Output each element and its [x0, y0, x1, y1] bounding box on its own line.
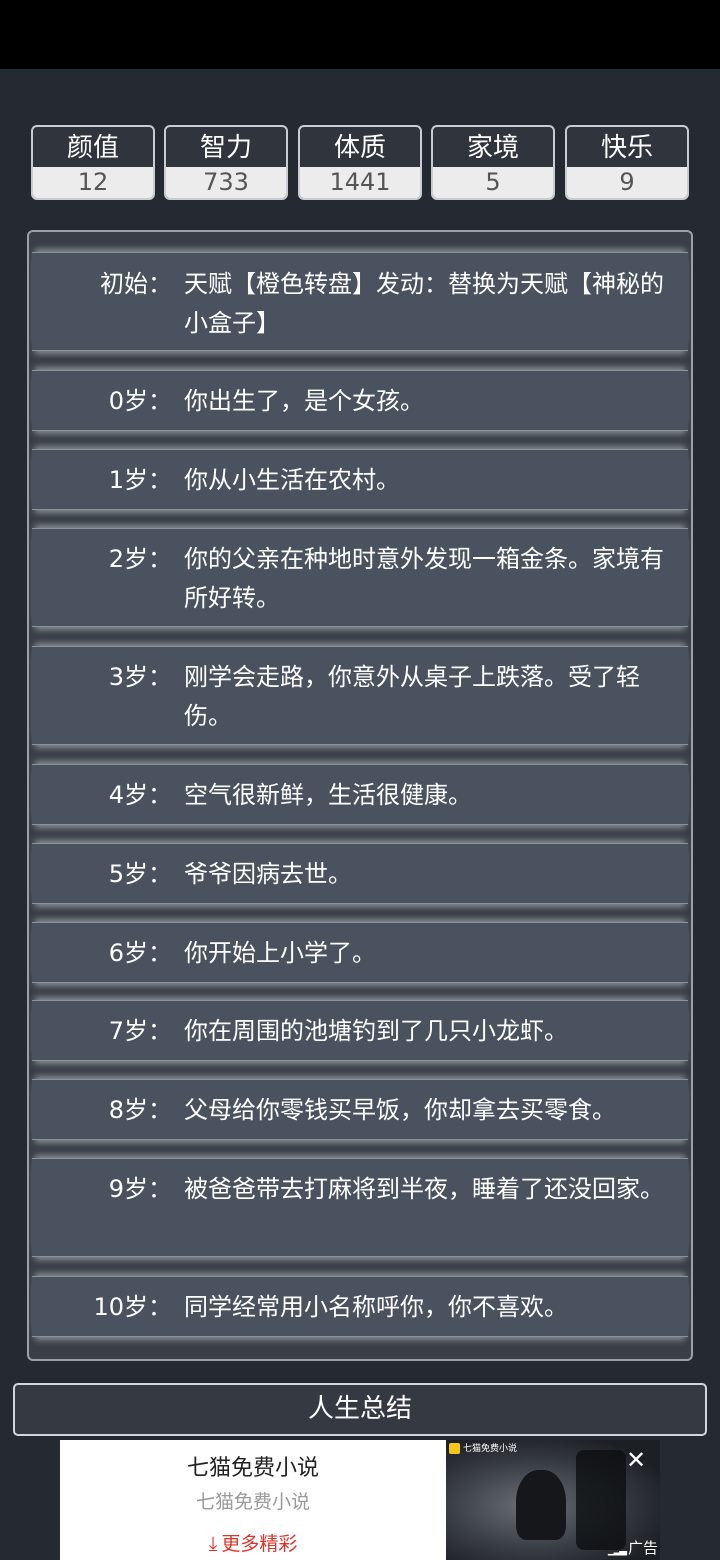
log-text: 你开始上小学了。 [184, 939, 376, 967]
log-age: 1岁： [108, 466, 172, 494]
log-age: 初始： [100, 270, 172, 298]
log-item: 4岁： 空气很新鲜，生活很健康。 [32, 764, 688, 825]
log-age: 9岁： [108, 1175, 172, 1203]
log-text: 爷爷因病去世。 [184, 860, 352, 888]
log-item: 1岁： 你从小生活在农村。 [32, 449, 688, 510]
stat-label: 快乐 [600, 133, 653, 163]
log-item: 8岁： 父母给你零钱买早饭，你却拿去买零食。 [32, 1079, 688, 1140]
stat-value: 12 [33, 167, 153, 198]
ad-brand: 七猫免费小说 [449, 1442, 517, 1456]
stat-label: 智力 [199, 133, 252, 163]
ad-image-figure [516, 1470, 566, 1540]
stat-family: 家境 5 [431, 125, 555, 200]
stat-constitution: 体质 1441 [298, 125, 422, 200]
ad-label-text: 广告 [627, 1539, 658, 1557]
log-item: 3岁： 刚学会走路，你意外从桌子上跌落。受了轻伤。 [32, 646, 688, 745]
log-text: 被爸爸带去打麻将到半夜，睡着了还没回家。 [184, 1175, 664, 1203]
log-age: 6岁： [108, 939, 172, 967]
log-item: 9岁： 被爸爸带去打麻将到半夜，睡着了还没回家。 [32, 1158, 688, 1257]
log-text: 你在周围的池塘钓到了几只小龙虾。 [184, 1017, 568, 1045]
log-item: 7岁： 你在周围的池塘钓到了几只小龙虾。 [32, 1000, 688, 1061]
ad-subtitle: 七猫免费小说 [195, 1491, 310, 1513]
log-age: 8岁： [108, 1096, 172, 1124]
stat-value: 9 [567, 167, 687, 198]
log-item: 5岁： 爷爷因病去世。 [32, 843, 688, 904]
status-bar [0, 0, 720, 69]
log-item: 2岁： 你的父亲在种地时意外发现一箱金条。家境有所好转。 [32, 528, 688, 627]
log-age: 7岁： [108, 1017, 172, 1045]
log-age: 4岁： [108, 781, 172, 809]
log-item: 初始： 天赋【橙色转盘】发动：替换为天赋【神秘的小盒子】 [32, 252, 688, 351]
stat-intelligence: 智力 733 [164, 125, 288, 200]
log-age: 3岁： [108, 663, 172, 691]
stat-value: 733 [166, 167, 286, 198]
log-text: 你从小生活在农村。 [184, 466, 400, 494]
log-text: 刚学会走路，你意外从桌子上跌落。受了轻伤。 [184, 663, 640, 730]
log-text: 同学经常用小名称呼你，你不喜欢。 [184, 1293, 568, 1321]
log-text: 父母给你零钱买早饭，你却拿去买零食。 [184, 1096, 616, 1124]
life-log-list[interactable]: 初始： 天赋【橙色转盘】发动：替换为天赋【神秘的小盒子】 0岁： 你出生了，是个… [27, 230, 693, 1361]
ad-image[interactable]: 七猫免费小说 ✕ ▁▂▃ 广告 [446, 1440, 660, 1560]
ad-image-shape [576, 1450, 626, 1550]
signal-icon: ▁▂▃ [607, 1545, 627, 1556]
stat-value: 5 [433, 167, 553, 198]
log-age: 10岁： [93, 1293, 172, 1321]
ad-label: ▁▂▃ 广告 [608, 1537, 658, 1558]
log-age: 2岁： [108, 545, 172, 573]
log-item: 0岁： 你出生了，是个女孩。 [32, 370, 688, 431]
log-text: 你的父亲在种地时意外发现一箱金条。家境有所好转。 [184, 545, 664, 612]
log-item: 6岁： 你开始上小学了。 [32, 922, 688, 983]
stat-label: 体质 [333, 133, 386, 163]
stat-label: 家境 [466, 133, 519, 163]
brand-logo-icon [449, 1443, 460, 1454]
stat-appearance: 颜值 12 [31, 125, 155, 200]
close-icon[interactable]: ✕ [624, 1448, 648, 1472]
log-text: 空气很新鲜，生活很健康。 [184, 781, 472, 809]
ad-cta-label: 更多精彩 [221, 1533, 298, 1555]
ad-more-link[interactable]: ⤓ 更多精彩 [60, 1529, 446, 1556]
ad-title[interactable]: 七猫免费小说 [60, 1450, 446, 1482]
log-age: 0岁： [108, 387, 172, 415]
ad-banner[interactable]: 七猫免费小说 七猫免费小说 ⤓ 更多精彩 七猫免费小说 ✕ ▁▂▃ 广告 [60, 1440, 660, 1560]
stat-happiness: 快乐 9 [565, 125, 689, 200]
ad-brand-label: 七猫免费小说 [463, 1444, 518, 1454]
download-arrow-icon: ⤓ [208, 1531, 218, 1555]
stat-value: 1441 [300, 167, 420, 198]
stat-label: 颜值 [66, 133, 119, 163]
stats-bar: 颜值 12 智力 733 体质 1441 家境 5 快乐 9 [31, 125, 689, 200]
log-text: 天赋【橙色转盘】发动：替换为天赋【神秘的小盒子】 [184, 270, 664, 337]
life-summary-button[interactable]: 人生总结 [13, 1383, 707, 1436]
log-age: 5岁： [108, 860, 172, 888]
log-item: 10岁： 同学经常用小名称呼你，你不喜欢。 [32, 1276, 688, 1337]
log-text: 你出生了，是个女孩。 [184, 387, 424, 415]
